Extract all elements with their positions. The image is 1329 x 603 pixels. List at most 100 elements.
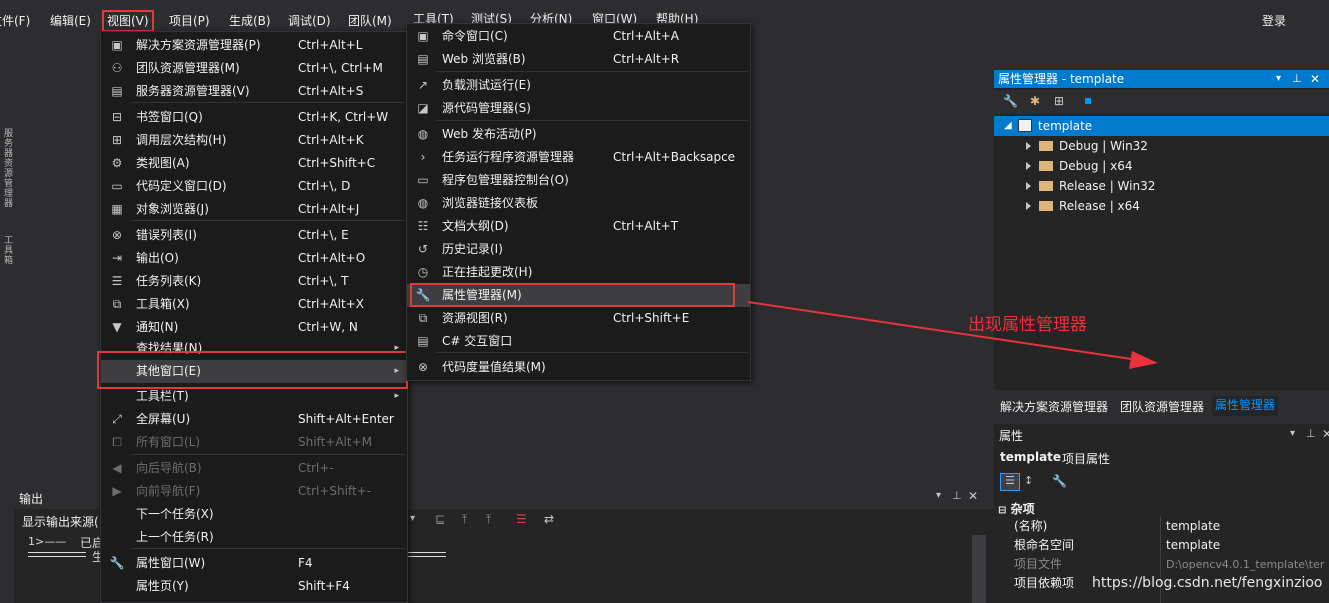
view-menu-item[interactable]: ⊗ 错误列表(I) Ctrl+\, E — [101, 224, 407, 247]
view-menu-item[interactable]: ⊟ 书签窗口(Q) Ctrl+K, Ctrl+W — [101, 106, 407, 129]
menu-item-label: 任务列表(K) — [136, 274, 202, 288]
view-menu-item[interactable]: 上一个任务(R) — [101, 526, 407, 549]
menu-build[interactable]: 生成(B) — [229, 12, 271, 30]
view-menu-item[interactable]: ☰ 任务列表(K) Ctrl+\, T — [101, 270, 407, 293]
other-windows-item[interactable]: ☷ 文档大纲(D) Ctrl+Alt+T — [407, 215, 750, 238]
category-collapse-icon[interactable]: ⊟ — [998, 505, 1006, 516]
props-pin-icon[interactable]: ⊥ — [1306, 427, 1316, 440]
other-windows-item[interactable]: ↺ 历史记录(I) — [407, 238, 750, 261]
output-dropdown-icon[interactable]: ▾ — [936, 490, 941, 501]
property-row[interactable]: (名称) template — [994, 517, 1329, 536]
toolbox-tab[interactable]: 工具箱 — [1, 235, 14, 265]
view-menu-item[interactable]: ⤢ 全屏幕(U) Shift+Alt+Enter — [101, 408, 407, 431]
props-close-icon[interactable]: ✕ — [1322, 427, 1329, 441]
property-value[interactable]: template — [1166, 517, 1220, 536]
pm-close-icon[interactable]: ✕ — [1310, 70, 1320, 88]
pm-dropdown-icon[interactable]: ▾ — [1276, 70, 1281, 88]
property-value[interactable]: template — [1166, 536, 1220, 555]
menu-item-label: 解决方案资源管理器(P) — [136, 38, 261, 52]
menu-edit[interactable]: 编辑(E) — [50, 12, 91, 30]
expand-icon[interactable] — [1026, 142, 1031, 150]
property-manager-title: 属性管理器 - template ▾ ⊥ ✕ — [994, 70, 1329, 88]
output-source-dropdown-icon[interactable]: ▾ — [410, 513, 415, 524]
view-menu-item[interactable]: ▭ 代码定义窗口(D) Ctrl+\, D — [101, 175, 407, 198]
tree-collapse-icon[interactable]: ◢ — [1004, 116, 1012, 136]
props-dropdown-icon[interactable]: ▾ — [1290, 428, 1295, 439]
web-publish-icon: ◍ — [417, 127, 429, 141]
other-windows-item[interactable]: ⊗ 代码度量值结果(M) — [407, 356, 750, 379]
fullscreen-icon: ⤢ — [112, 412, 122, 426]
add-existing-sheet-icon[interactable]: ⊞ — [1054, 94, 1064, 108]
menu-project[interactable]: 项目(P) — [169, 12, 210, 30]
output-clear-icon[interactable]: ☰ — [516, 512, 527, 526]
tree-config-debug-win32[interactable]: Debug | Win32 — [994, 136, 1329, 156]
view-menu-item[interactable]: ▤ 服务器资源管理器(V) Ctrl+Alt+S — [101, 80, 407, 103]
tree-config-release-x64[interactable]: Release | x64 — [994, 196, 1329, 216]
menu-item-label: Web 发布活动(P) — [442, 127, 537, 141]
expand-icon[interactable] — [1026, 182, 1031, 190]
other-windows-item[interactable]: ◪ 源代码管理器(S) — [407, 97, 750, 120]
menu-item-label: 通知(N) — [136, 320, 179, 334]
view-menu-item[interactable]: ▼ 通知(N) Ctrl+W, N — [101, 316, 407, 339]
alphabetical-icon[interactable]: ↕ — [1024, 474, 1033, 487]
output-close-icon[interactable]: ✕ — [968, 489, 978, 503]
tree-config-release-win32[interactable]: Release | Win32 — [994, 176, 1329, 196]
tree-config-label: Release | Win32 — [1059, 179, 1156, 193]
other-windows-item[interactable]: ▣ 命令窗口(C) Ctrl+Alt+A — [407, 25, 750, 48]
menu-file[interactable]: 文件(F) — [0, 12, 30, 30]
menu-team[interactable]: 团队(M) — [348, 12, 392, 30]
tree-config-debug-x64[interactable]: Debug | x64 — [994, 156, 1329, 176]
tree-root-project[interactable]: ◢ template — [994, 116, 1329, 136]
server-explorer-tab[interactable]: 服务器资源管理器 — [1, 128, 14, 208]
expand-icon[interactable] — [1026, 162, 1031, 170]
output-icon: ⇥ — [111, 251, 123, 265]
view-menu-item[interactable]: 下一个任务(X) — [101, 503, 407, 526]
other-windows-item[interactable]: ⧉ 资源视图(R) Ctrl+Shift+E — [407, 307, 750, 330]
view-menu-item[interactable]: 属性页(Y) Shift+F4 — [101, 575, 407, 598]
save-icon[interactable]: ▪ — [1084, 93, 1092, 107]
category-row[interactable]: ⊟ 杂项 — [998, 500, 1035, 517]
other-windows-item[interactable]: ◷ 正在挂起更改(H) — [407, 261, 750, 284]
view-menu-item[interactable]: 🔧 属性窗口(W) F4 — [101, 552, 407, 575]
output-pin-icon[interactable]: ⊥ — [952, 489, 962, 502]
view-menu-item[interactable]: ⚇ 团队资源管理器(M) Ctrl+\, Ctrl+M — [101, 57, 407, 80]
add-property-sheet-icon[interactable]: ✱ — [1030, 94, 1040, 108]
view-menu-item[interactable]: ⇥ 输出(O) Ctrl+Alt+O — [101, 247, 407, 270]
menu-item-label: 历史记录(I) — [442, 242, 503, 256]
tab-team-explorer[interactable]: 团队资源管理器 — [1120, 398, 1204, 415]
property-row[interactable]: 根命名空间 template — [994, 536, 1329, 555]
output-scrollbar[interactable] — [972, 535, 986, 603]
categorized-icon[interactable]: ☰ — [1000, 473, 1020, 491]
output-wrap-icon[interactable]: ⇄ — [544, 512, 554, 526]
view-menu-dropdown: ▣ 解决方案资源管理器(P) Ctrl+Alt+L ⚇ 团队资源管理器(M) Ctrl+\… — [97, 31, 408, 603]
view-menu-item[interactable]: ⊞ 调用层次结构(H) Ctrl+Alt+K — [101, 129, 407, 152]
tab-solution-explorer[interactable]: 解决方案资源管理器 — [1000, 398, 1108, 415]
other-windows-item[interactable]: ▭ 程序包管理器控制台(O) — [407, 169, 750, 192]
expand-icon[interactable] — [1026, 202, 1031, 210]
property-row[interactable]: 项目文件 D:\opencv4.0.1_template\ter — [994, 555, 1329, 574]
login-link[interactable]: 登录 — [1262, 12, 1286, 30]
view-menu-item[interactable]: ▦ 对象浏览器(J) Ctrl+Alt+J — [101, 198, 407, 221]
menu-item-label: 类视图(A) — [136, 156, 190, 170]
other-windows-item[interactable]: ◍ 浏览器链接仪表板 — [407, 192, 750, 215]
tab-property-manager[interactable]: 属性管理器 — [1212, 396, 1279, 416]
menu-debug[interactable]: 调试(D) — [288, 12, 331, 30]
view-menu-item[interactable]: ⚙ 类视图(A) Ctrl+Shift+C — [101, 152, 407, 175]
properties-wrench-icon[interactable]: 🔧 — [1003, 94, 1018, 108]
other-windows-item[interactable]: ▤ C# 交互窗口 — [407, 330, 750, 353]
other-windows-item[interactable]: ◍ Web 发布活动(P) — [407, 123, 750, 146]
property-key: 项目依赖项 — [1014, 576, 1075, 590]
pm-pin-icon[interactable]: ⊥ — [1292, 70, 1302, 88]
property-pages-icon[interactable]: 🔧 — [1052, 474, 1067, 488]
output-find-icon[interactable]: ⊑ — [435, 512, 445, 526]
menu-view[interactable]: 视图(V) — [102, 10, 154, 32]
other-windows-item[interactable]: ↗ 负载测试运行(E) — [407, 74, 750, 97]
other-windows-item[interactable]: ▤ Web 浏览器(B) Ctrl+Alt+R — [407, 48, 750, 71]
output-next-icon[interactable]: ⤒ — [486, 512, 491, 527]
property-value[interactable]: D:\opencv4.0.1_template\ter — [1166, 555, 1324, 574]
folder-icon — [1039, 181, 1053, 191]
output-prev-icon[interactable]: ⤒ — [462, 512, 467, 527]
view-menu-item[interactable]: ⧉ 工具箱(X) Ctrl+Alt+X — [101, 293, 407, 316]
other-windows-item[interactable]: › 任务运行程序资源管理器 Ctrl+Alt+Backsapce — [407, 146, 750, 169]
view-menu-item[interactable]: ▣ 解决方案资源管理器(P) Ctrl+Alt+L — [101, 34, 407, 57]
